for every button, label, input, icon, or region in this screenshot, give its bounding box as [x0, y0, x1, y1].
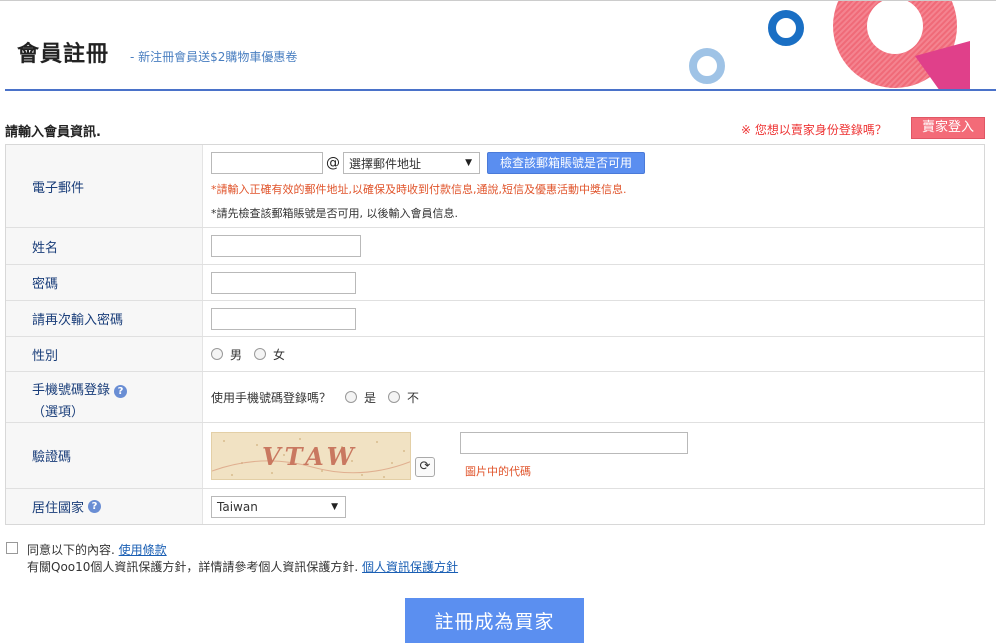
email-row: 電子郵件 @ 選擇郵件地址 ▼ 檢查該郵箱賬號是否可用 *請輸入正確有效的郵件地…	[6, 145, 984, 228]
seller-prompt: ※ 您想以賣家身份登錄嗎？	[741, 123, 887, 137]
password-value-cell	[203, 265, 984, 300]
country-select[interactable]: Taiwan ▼	[211, 495, 346, 518]
phone-login-optional: （選項）	[32, 405, 85, 420]
phone-login-no-radio[interactable]	[388, 391, 401, 403]
captcha-label: 驗證碼	[6, 423, 203, 488]
page-subtitle: - 新注冊會員送$2購物車優惠卷	[130, 50, 298, 64]
phone-login-yes-radio[interactable]	[345, 391, 358, 403]
help-icon[interactable]: ?	[114, 385, 128, 398]
captcha-value-cell: VTAW ⟳ 圖片中的代碼	[203, 423, 984, 488]
email-label: 電子郵件	[6, 145, 203, 227]
country-label-cell: 居住國家?	[6, 489, 203, 524]
captcha-row: 驗證碼 VTAW ⟳ 圖片中的代碼	[6, 423, 984, 489]
check-email-button[interactable]: 檢查該郵箱賬號是否可用	[487, 152, 646, 174]
password-input[interactable]	[211, 271, 356, 294]
gender-female-radio[interactable]	[254, 348, 267, 360]
privacy-link[interactable]: 個人資訊保護方針	[362, 560, 458, 574]
country-label: 居住國家	[32, 501, 85, 516]
terms-link[interactable]: 使用條款	[119, 543, 167, 557]
name-label: 姓名	[6, 228, 203, 264]
gender-row: 性別 男 女	[6, 337, 984, 372]
phone-login-label-cell: 手機號碼登錄? （選項）	[6, 372, 203, 422]
gender-male-label: 男	[230, 347, 243, 362]
name-row: 姓名	[6, 228, 984, 265]
agree-text: 同意以下的內容.	[27, 543, 115, 557]
help-icon[interactable]: ?	[88, 500, 102, 513]
password-confirm-input[interactable]	[211, 307, 356, 330]
decorative-ring-blue-icon	[768, 10, 804, 46]
refresh-icon[interactable]: ⟳	[415, 456, 435, 477]
gender-label: 性別	[6, 337, 203, 371]
seller-login-button[interactable]: 賣家登入	[911, 117, 985, 139]
page-title: 會員註冊	[17, 42, 110, 67]
agree-line2: 有關Qoo10個人資訊保護方針，詳情請參考個人資訊保護方針. 個人資訊保護方針	[27, 558, 458, 575]
gender-value-cell: 男 女	[203, 337, 984, 371]
phone-login-label: 手機號碼登錄	[32, 383, 111, 398]
email-notice-red: *請輸入正確有效的郵件地址,以確保及時收到付款信息,通說,短信及優惠活動中獎信息…	[211, 183, 627, 196]
captcha-image: VTAW	[211, 431, 411, 480]
phone-login-row: 手機號碼登錄? （選項） 使用手機號碼登錄嗎？ 是 不	[6, 372, 984, 423]
country-selected: Taiwan	[217, 499, 258, 514]
phone-login-yes-label: 是	[364, 390, 377, 405]
chevron-down-icon: ▼	[331, 501, 338, 512]
gender-male-radio[interactable]	[211, 348, 223, 360]
decorative-q-logo-icon	[833, 1, 970, 91]
country-row: 居住國家? Taiwan ▼	[6, 489, 984, 524]
agree-checkbox[interactable]	[6, 542, 18, 554]
email-local-input[interactable]	[211, 152, 323, 174]
phone-login-question: 使用手機號碼登錄嗎？	[211, 390, 332, 405]
page-header: 會員註冊 - 新注冊會員送$2購物車優惠卷	[0, 1, 996, 91]
captcha-hint: 圖片中的代碼	[465, 465, 531, 478]
privacy-text: 有關Qoo10個人資訊保護方針，詳情請參考個人資訊保護方針.	[27, 560, 359, 574]
email-notice-gray: *請先檢查該郵箱賬號是否可用, 以後輸入會員信息.	[211, 207, 458, 220]
decorative-ring-light-icon	[689, 48, 725, 84]
gender-female-label: 女	[273, 347, 286, 362]
password-confirm-value-cell	[203, 301, 984, 336]
at-sign: @	[326, 155, 340, 171]
chevron-down-icon: ▼	[465, 158, 472, 168]
password-confirm-row: 請再次輸入密碼	[6, 301, 984, 337]
agree-line1: 同意以下的內容. 使用條款	[27, 541, 167, 558]
country-value-cell: Taiwan ▼	[203, 489, 984, 524]
name-value-cell	[203, 228, 984, 264]
phone-login-no-label: 不	[407, 390, 420, 405]
email-domain-select[interactable]: 選擇郵件地址 ▼	[343, 152, 480, 174]
register-buyer-button[interactable]: 註冊成為買家	[405, 598, 584, 643]
phone-login-value-cell: 使用手機號碼登錄嗎？ 是 不	[203, 372, 984, 422]
email-domain-selected: 選擇郵件地址	[349, 156, 422, 171]
password-row: 密碼	[6, 265, 984, 301]
password-label: 密碼	[6, 265, 203, 300]
captcha-text: VTAW	[262, 441, 358, 471]
email-value-cell: @ 選擇郵件地址 ▼ 檢查該郵箱賬號是否可用 *請輸入正確有效的郵件地址,以確保…	[203, 145, 984, 227]
section-title: 請輸入會員資訊.	[5, 125, 101, 140]
header-divider	[5, 89, 996, 91]
password-confirm-label: 請再次輸入密碼	[6, 301, 203, 336]
captcha-input[interactable]	[460, 432, 688, 454]
registration-form: 電子郵件 @ 選擇郵件地址 ▼ 檢查該郵箱賬號是否可用 *請輸入正確有效的郵件地…	[5, 144, 985, 525]
name-input[interactable]	[211, 235, 361, 257]
